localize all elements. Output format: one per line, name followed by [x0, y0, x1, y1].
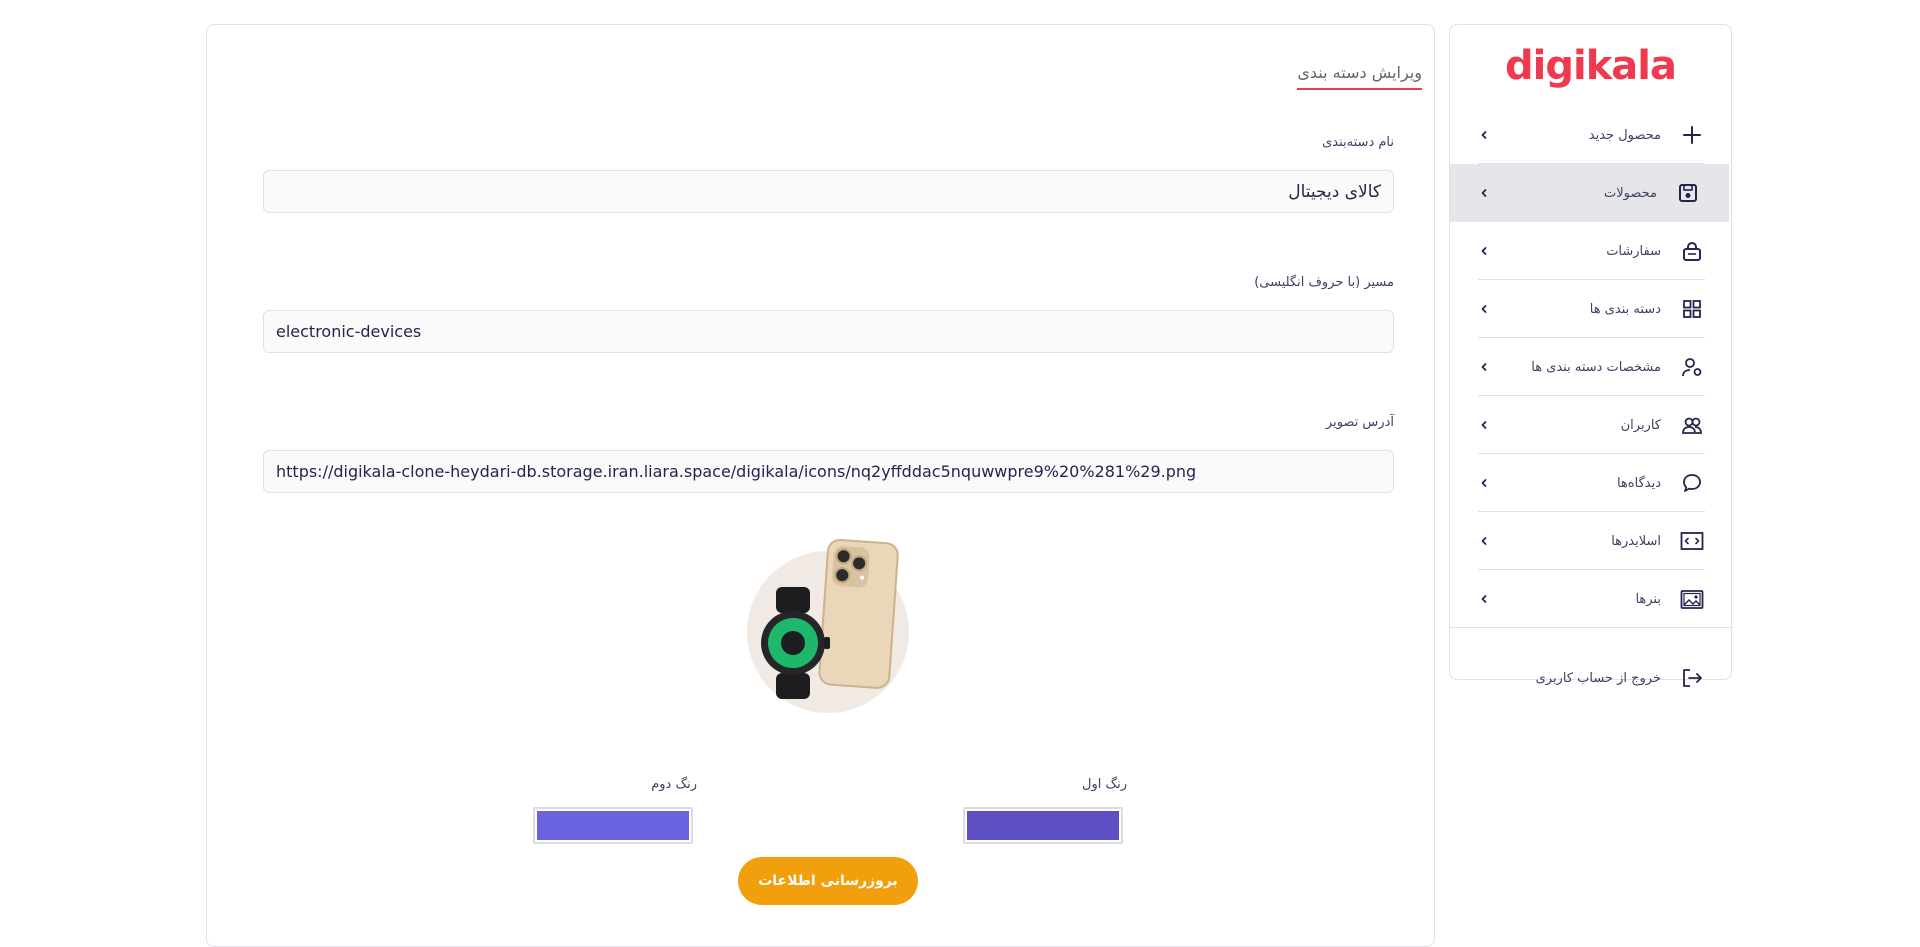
color1-picker[interactable] [963, 807, 1123, 844]
save-icon [1675, 180, 1701, 206]
chevron-left-icon [1478, 593, 1490, 605]
logout-icon [1679, 665, 1705, 691]
sidebar: digikala محصول جدید محصولات سفارشات دسته… [1449, 24, 1733, 687]
image-icon [1679, 586, 1705, 612]
page-title: ویرایش دسته بندی [1297, 63, 1422, 90]
logout-button[interactable]: خروج از حساب کاربری [1450, 649, 1733, 707]
color2-label: رنگ دوم [651, 777, 697, 792]
logout-label: خروج از حساب کاربری [1535, 670, 1661, 686]
chat-icon [1679, 470, 1705, 496]
name-label: نام دسته‌بندی [1322, 135, 1394, 150]
sidebar-item-orders[interactable]: سفارشات [1450, 222, 1733, 280]
update-button[interactable]: بروزرسانی اطلاعات [738, 857, 918, 905]
slug-input[interactable] [263, 310, 1394, 353]
sidebar-item-products[interactable]: محصولات [1450, 164, 1729, 222]
chevron-left-icon [1478, 535, 1490, 547]
color1-swatch [967, 811, 1119, 840]
sidebar-item-label: محصولات [1604, 185, 1657, 201]
digikala-logo: digikala [1505, 43, 1677, 89]
category-edit-card: ویرایش دسته بندی نام دسته‌بندی مسیر (با … [206, 24, 1435, 947]
sidebar-item-label: سفارشات [1606, 243, 1661, 259]
sidebar-item-label: محصول جدید [1588, 127, 1661, 143]
image-url-label: آدرس تصویر [1325, 415, 1394, 430]
sidebar-item-label: کاربران [1620, 417, 1661, 433]
category-image-preview [738, 533, 918, 713]
chevron-left-icon [1478, 419, 1490, 431]
chevron-left-icon [1478, 477, 1490, 489]
plus-icon [1679, 122, 1705, 148]
sidebar-item-label: دسته بندی ها [1589, 301, 1661, 317]
sidebar-item-label: دیدگاه‌ها [1616, 475, 1661, 491]
slider-icon [1679, 528, 1705, 554]
bag-icon [1679, 238, 1705, 264]
chevron-left-icon [1478, 187, 1490, 199]
user-pin-icon [1679, 354, 1705, 380]
sidebar-item-banners[interactable]: بنرها [1450, 570, 1733, 628]
users-icon [1679, 412, 1705, 438]
image-url-input[interactable] [263, 450, 1394, 493]
sidebar-item-label: مشخصات دسته بندی ها [1531, 359, 1661, 375]
sidebar-menu: محصول جدید محصولات سفارشات دسته بندی ها [1450, 106, 1733, 628]
chevron-left-icon [1478, 245, 1490, 257]
color1-label: رنگ اول [1082, 777, 1127, 792]
slug-label: مسیر (با حروف انگلیسی) [1254, 275, 1394, 290]
grid-icon [1679, 296, 1705, 322]
category-name-input[interactable] [263, 170, 1394, 213]
sidebar-item-comments[interactable]: دیدگاه‌ها [1450, 454, 1733, 512]
color2-picker[interactable] [533, 807, 693, 844]
sidebar-item-categories[interactable]: دسته بندی ها [1450, 280, 1733, 338]
sidebar-item-label: بنرها [1635, 591, 1661, 607]
chevron-left-icon [1478, 129, 1490, 141]
chevron-left-icon [1478, 303, 1490, 315]
color2-swatch [537, 811, 689, 840]
chevron-left-icon [1478, 361, 1490, 373]
sidebar-item-sliders[interactable]: اسلایدرها [1450, 512, 1733, 570]
sidebar-item-users[interactable]: کاربران [1450, 396, 1733, 454]
sidebar-item-new-product[interactable]: محصول جدید [1450, 106, 1733, 164]
sidebar-item-label: اسلایدرها [1611, 533, 1661, 549]
sidebar-item-category-specs[interactable]: مشخصات دسته بندی ها [1450, 338, 1733, 396]
